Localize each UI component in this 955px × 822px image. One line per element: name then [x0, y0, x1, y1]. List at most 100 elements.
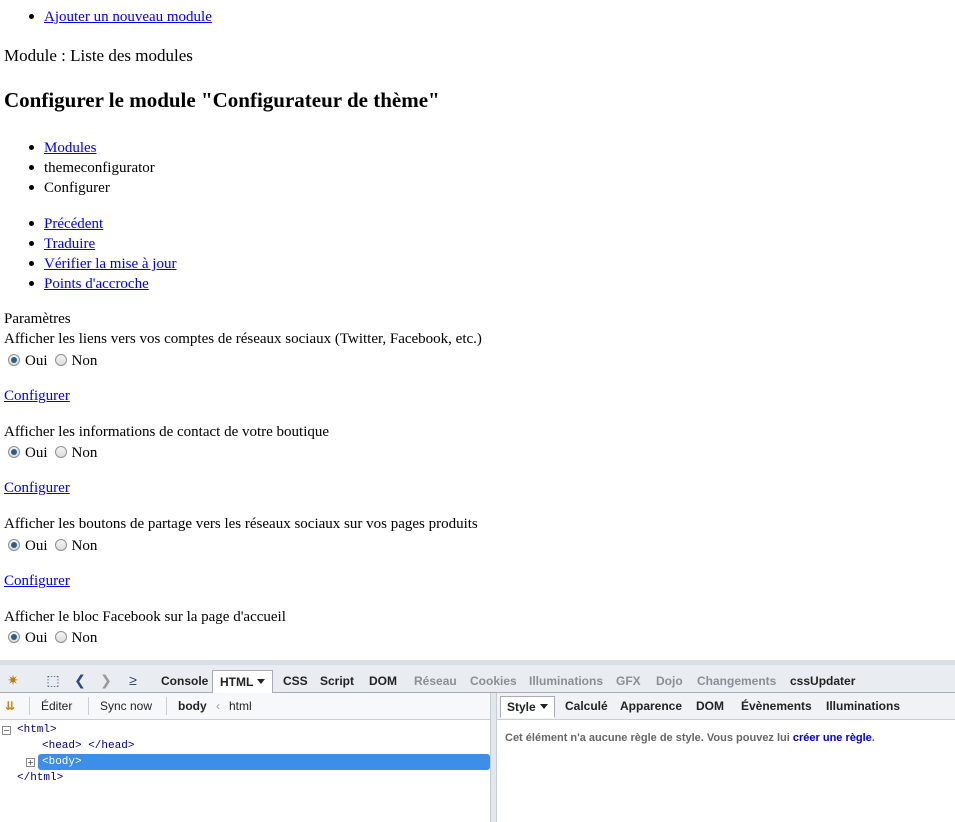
page-title: Configurer le module "Configurateur de t… [4, 88, 440, 112]
radio-no[interactable] [54, 446, 67, 458]
previous-link[interactable]: Précédent [44, 216, 103, 232]
radio-yes[interactable] [8, 354, 20, 366]
setting-radio-group: Oui Non [8, 629, 104, 647]
radio-label: Non [71, 538, 98, 554]
tab-script[interactable]: Script [319, 670, 355, 692]
breadcrumb-modules-link[interactable]: Modules [44, 140, 97, 156]
radio-label: Non [71, 630, 98, 646]
radio-yes[interactable] [8, 631, 20, 643]
radio-label: Non [71, 445, 98, 461]
tab-console[interactable]: Console [160, 670, 209, 692]
tab-dojo[interactable]: Dojo [655, 670, 684, 692]
tab-cssupdater[interactable]: cssUpdater [789, 670, 856, 692]
tab-css[interactable]: CSS [282, 670, 309, 692]
list-item: Précédent [28, 214, 176, 234]
divider [29, 697, 30, 715]
create-rule-link[interactable]: créer une règle [793, 732, 872, 744]
setting-radio-group: Oui Non [8, 352, 104, 370]
divider [166, 697, 167, 715]
top-links-list: Ajouter un nouveau module [29, 7, 212, 27]
tab-cookies[interactable]: Cookies [469, 670, 518, 692]
configure-link[interactable]: Configurer [4, 573, 70, 590]
firebug-icon[interactable]: ✷ [4, 672, 22, 688]
radio-label: Oui [25, 353, 48, 369]
breadcrumb-item: Modules [29, 138, 155, 158]
inspect-icon[interactable]: ⇊ [5, 698, 15, 714]
html-toolbar: ⇊ Éditer Sync now body ‹ html [0, 693, 490, 720]
web-page: Ajouter un nouveau module Module : Liste… [0, 0, 955, 660]
list-item: Points d'accroche [28, 274, 176, 294]
forward-icon[interactable]: ❯ [97, 672, 115, 688]
style-message-text: Cet élément n'a aucune règle de style. V… [505, 732, 790, 744]
tab-changes[interactable]: Changements [696, 670, 777, 692]
style-empty-message: Cet élément n'a aucune règle de style. V… [505, 732, 875, 744]
tab-illuminations[interactable]: Illuminations [528, 670, 604, 692]
module-line: Module : Liste des modules [4, 46, 193, 65]
radio-no[interactable] [54, 631, 67, 643]
setting-label: Afficher les informations de contact de … [4, 424, 330, 440]
setting-radio-group: Oui Non [8, 444, 104, 462]
side-panel-tabs: Style Calculé Apparence DOM Évènements I… [497, 693, 955, 720]
breadcrumb-item: Configurer [29, 178, 155, 198]
chevron-down-icon [539, 704, 548, 709]
chevron-down-icon [257, 679, 266, 684]
setting-label: Afficher le bloc Facebook sur la page d'… [4, 609, 286, 625]
tab-side-illuminations[interactable]: Illuminations [826, 698, 900, 714]
tab-html-label: HTML [220, 675, 254, 689]
edit-button[interactable]: Éditer [41, 698, 72, 714]
tab-network[interactable]: Réseau [413, 670, 458, 692]
divider [88, 697, 89, 715]
tab-gfx[interactable]: GFX [615, 670, 642, 692]
expand-icon[interactable]: + [26, 758, 35, 767]
tree-node-html-close: </html> [17, 772, 64, 784]
back-icon[interactable]: ❮ [71, 672, 89, 688]
sync-now-button[interactable]: Sync now [100, 698, 152, 714]
tab-events[interactable]: Évènements [741, 698, 812, 714]
radio-label: Oui [25, 538, 48, 554]
radio-yes[interactable] [8, 446, 20, 458]
breadcrumb-item: themeconfigurator [29, 160, 155, 176]
list-item: Traduire [28, 234, 176, 254]
setting-radio-group: Oui Non [8, 537, 104, 555]
tab-computed[interactable]: Calculé [565, 698, 608, 714]
tree-node-label: <body> [38, 754, 490, 770]
setting-label: Afficher les boutons de partage vers les… [4, 516, 478, 532]
configure-link[interactable]: Configurer [4, 480, 70, 497]
tree-node-label: <html> [17, 724, 57, 736]
check-update-link[interactable]: Vérifier la mise à jour [44, 256, 176, 272]
radio-no[interactable] [54, 539, 67, 551]
tab-layout[interactable]: Apparence [620, 698, 682, 714]
translate-link[interactable]: Traduire [44, 236, 95, 252]
command-line-icon[interactable]: ≥ [124, 672, 142, 688]
tab-dom[interactable]: DOM [368, 670, 398, 692]
tab-html[interactable]: HTML [212, 670, 274, 695]
chevron-left-icon: ‹ [216, 699, 220, 713]
breadcrumb-body[interactable]: body [178, 698, 207, 714]
breadcrumb-html[interactable]: html [229, 698, 252, 714]
style-message-end: . [871, 732, 875, 744]
inspect-icon[interactable]: ⬚ [44, 672, 62, 688]
add-module-link[interactable]: Ajouter un nouveau module [44, 9, 212, 25]
radio-label: Oui [25, 445, 48, 461]
configure-link[interactable]: Configurer [4, 388, 70, 405]
actions-list: Précédent Traduire Vérifier la mise à jo… [28, 214, 176, 294]
tree-node-head[interactable]: <head> </head> [42, 738, 134, 754]
collapse-icon[interactable]: − [2, 726, 11, 735]
radio-label: Oui [25, 630, 48, 646]
breadcrumb: Modules themeconfigurator Configurer [29, 138, 155, 198]
tab-style-label: Style [507, 700, 536, 714]
params-label: Paramètres [4, 311, 71, 327]
devtools-panel: ✷ ⬚ ❮ ❯ ≥ Console HTML CSS Script DOM Ré… [0, 660, 955, 822]
setting-label: Afficher les liens vers vos comptes de r… [4, 331, 482, 347]
panel-splitter[interactable] [490, 693, 497, 822]
radio-label: Non [71, 353, 98, 369]
radio-no[interactable] [54, 354, 67, 366]
hooks-link[interactable]: Points d'accroche [44, 276, 149, 292]
radio-yes[interactable] [8, 539, 20, 551]
tab-style[interactable]: Style [500, 696, 555, 718]
list-item: Vérifier la mise à jour [28, 254, 176, 274]
tree-node-html[interactable]: − <html> [2, 722, 57, 738]
devtools-tab-bar: ✷ ⬚ ❮ ❯ ≥ Console HTML CSS Script DOM Ré… [0, 660, 955, 695]
list-item: Ajouter un nouveau module [29, 7, 212, 27]
tab-side-dom[interactable]: DOM [696, 698, 724, 714]
